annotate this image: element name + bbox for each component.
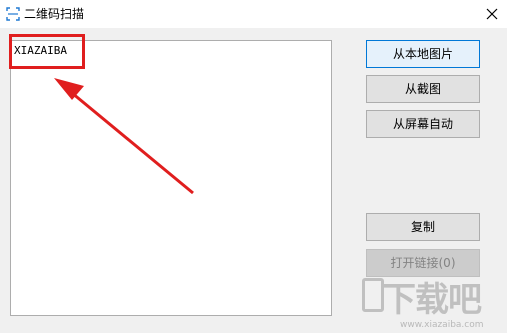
from-screen-auto-button[interactable]: 从屏幕自动 (366, 110, 480, 138)
watermark-brand: 下载吧 (382, 280, 482, 320)
watermark-logo (362, 278, 384, 312)
copy-button[interactable]: 复制 (366, 213, 480, 241)
watermark: 下载吧 www.xiazaiba.com (360, 272, 507, 333)
from-local-image-button[interactable]: 从本地图片 (366, 40, 480, 68)
from-screenshot-button[interactable]: 从截图 (366, 75, 480, 103)
watermark-url: www.xiazaiba.com (400, 320, 484, 330)
